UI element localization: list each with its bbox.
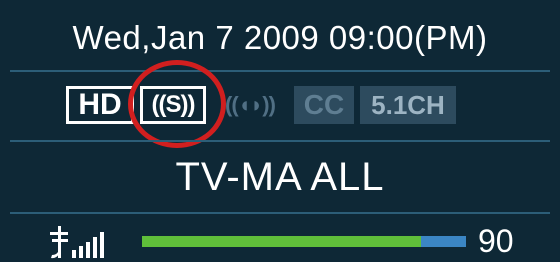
date-time: Wed,Jan 7 2009 09:00(PM)	[72, 19, 488, 56]
closed-caption-badge: CC	[294, 86, 354, 124]
signal-strength-row: 90	[0, 220, 560, 262]
feature-badges: HD ((S)) ((◖◗)) CC 5.1CH	[0, 80, 560, 130]
hd-badge: HD	[66, 86, 134, 124]
signal-value: 90	[478, 222, 514, 259]
tv-osd-panel: Wed,Jan 7 2009 09:00(PM) HD ((S)) ((◖◗))…	[0, 0, 560, 262]
signal-bar-fill	[142, 236, 421, 247]
channels-badge: 5.1CH	[360, 86, 456, 124]
antenna-signal-icon	[50, 226, 104, 259]
dolby-badge: ((◖◗))	[225, 92, 276, 117]
divider	[10, 70, 550, 72]
surround-badge: ((S))	[140, 86, 206, 124]
parental-rating: TV-MA ALL	[175, 154, 385, 199]
divider	[10, 212, 550, 214]
signal-bar	[142, 236, 466, 247]
divider	[10, 140, 550, 142]
